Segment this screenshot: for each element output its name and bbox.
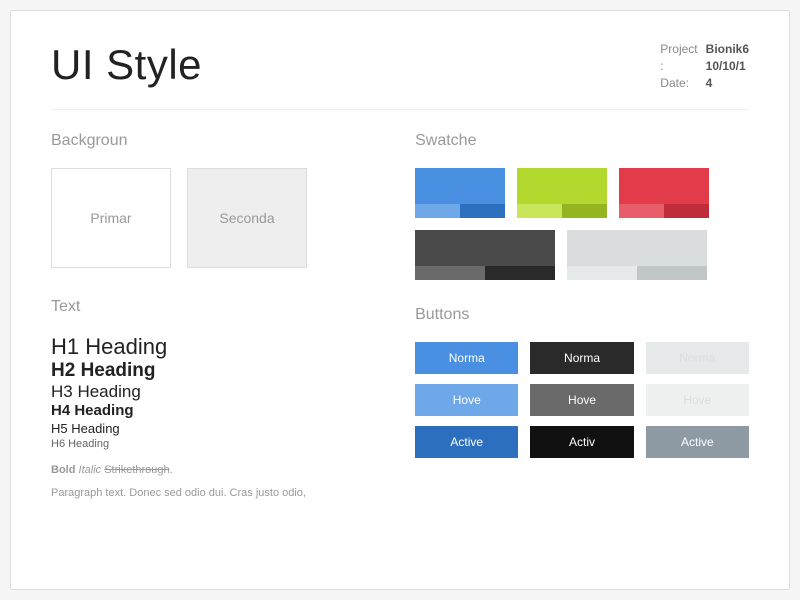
h4-sample: H4 Heading bbox=[51, 402, 365, 419]
strike-sample: Strikethrough bbox=[104, 464, 169, 476]
section-title-buttons: Buttons bbox=[415, 306, 749, 324]
button-sample[interactable]: Norma bbox=[415, 342, 518, 374]
section-title-swatches: Swatche bbox=[415, 132, 749, 150]
background-primary-label: Primar bbox=[90, 210, 131, 226]
text-samples: H1 Heading H2 Heading H3 Heading H4 Head… bbox=[51, 334, 365, 450]
meta: Project : Date: Bionik6 10/10/1 4 bbox=[660, 41, 749, 91]
color-swatch bbox=[517, 168, 607, 218]
meta-value-project: Bionik6 bbox=[706, 41, 749, 58]
divider bbox=[51, 109, 749, 110]
columns: Backgroun Primar Seconda Text H1 Heading… bbox=[51, 132, 749, 501]
button-sample[interactable]: Hove bbox=[530, 384, 633, 416]
section-title-background: Backgroun bbox=[51, 132, 365, 150]
meta-label-date: Date: bbox=[660, 75, 697, 92]
column-right: Swatche Buttons NormaNormaNormaHoveHoveH… bbox=[415, 132, 749, 501]
bold-sample: Bold bbox=[51, 464, 75, 476]
h5-sample: H5 Heading bbox=[51, 421, 365, 436]
button-sample[interactable]: Active bbox=[646, 426, 749, 458]
text-styles: Bold Italic Strikethrough. bbox=[51, 464, 365, 476]
paragraph-sample: Paragraph text. Donec sed odio dui. Cras… bbox=[51, 486, 365, 501]
swatch-row-1 bbox=[415, 168, 749, 218]
button-row: Active Activ Active bbox=[415, 426, 749, 458]
button-sample[interactable]: Active bbox=[415, 426, 518, 458]
color-swatch bbox=[415, 230, 555, 280]
color-swatch bbox=[415, 168, 505, 218]
button-sample[interactable]: Norma bbox=[530, 342, 633, 374]
swatches bbox=[415, 168, 749, 280]
button-sample[interactable]: Norma bbox=[646, 342, 749, 374]
button-sample[interactable]: Hove bbox=[646, 384, 749, 416]
meta-value-date: 10/10/1 4 bbox=[706, 58, 749, 92]
style-guide-page: UI Style Project : Date: Bionik6 10/10/1… bbox=[10, 10, 790, 590]
button-row: Norma Norma Norma bbox=[415, 342, 749, 374]
button-sample[interactable]: Activ bbox=[530, 426, 633, 458]
h6-sample: H6 Heading bbox=[51, 438, 365, 450]
color-swatch bbox=[567, 230, 707, 280]
swatch-row-2 bbox=[415, 230, 749, 280]
background-secondary-label: Seconda bbox=[219, 210, 274, 226]
color-swatch bbox=[619, 168, 709, 218]
h1-sample: H1 Heading bbox=[51, 334, 365, 360]
background-primary: Primar bbox=[51, 168, 171, 268]
page-title: UI Style bbox=[51, 41, 202, 89]
italic-sample: Italic bbox=[79, 464, 102, 476]
column-left: Backgroun Primar Seconda Text H1 Heading… bbox=[51, 132, 365, 501]
header: UI Style Project : Date: Bionik6 10/10/1… bbox=[51, 41, 749, 91]
h3-sample: H3 Heading bbox=[51, 382, 365, 402]
meta-label-project: Project : bbox=[660, 41, 697, 75]
button-row: Hove Hove Hove bbox=[415, 384, 749, 416]
button-sample[interactable]: Hove bbox=[415, 384, 518, 416]
h2-sample: H2 Heading bbox=[51, 360, 365, 382]
background-secondary: Seconda bbox=[187, 168, 307, 268]
buttons-grid: NormaNormaNormaHoveHoveHoveActiveActivAc… bbox=[415, 342, 749, 458]
section-title-text: Text bbox=[51, 298, 365, 316]
background-swatches: Primar Seconda bbox=[51, 168, 365, 268]
